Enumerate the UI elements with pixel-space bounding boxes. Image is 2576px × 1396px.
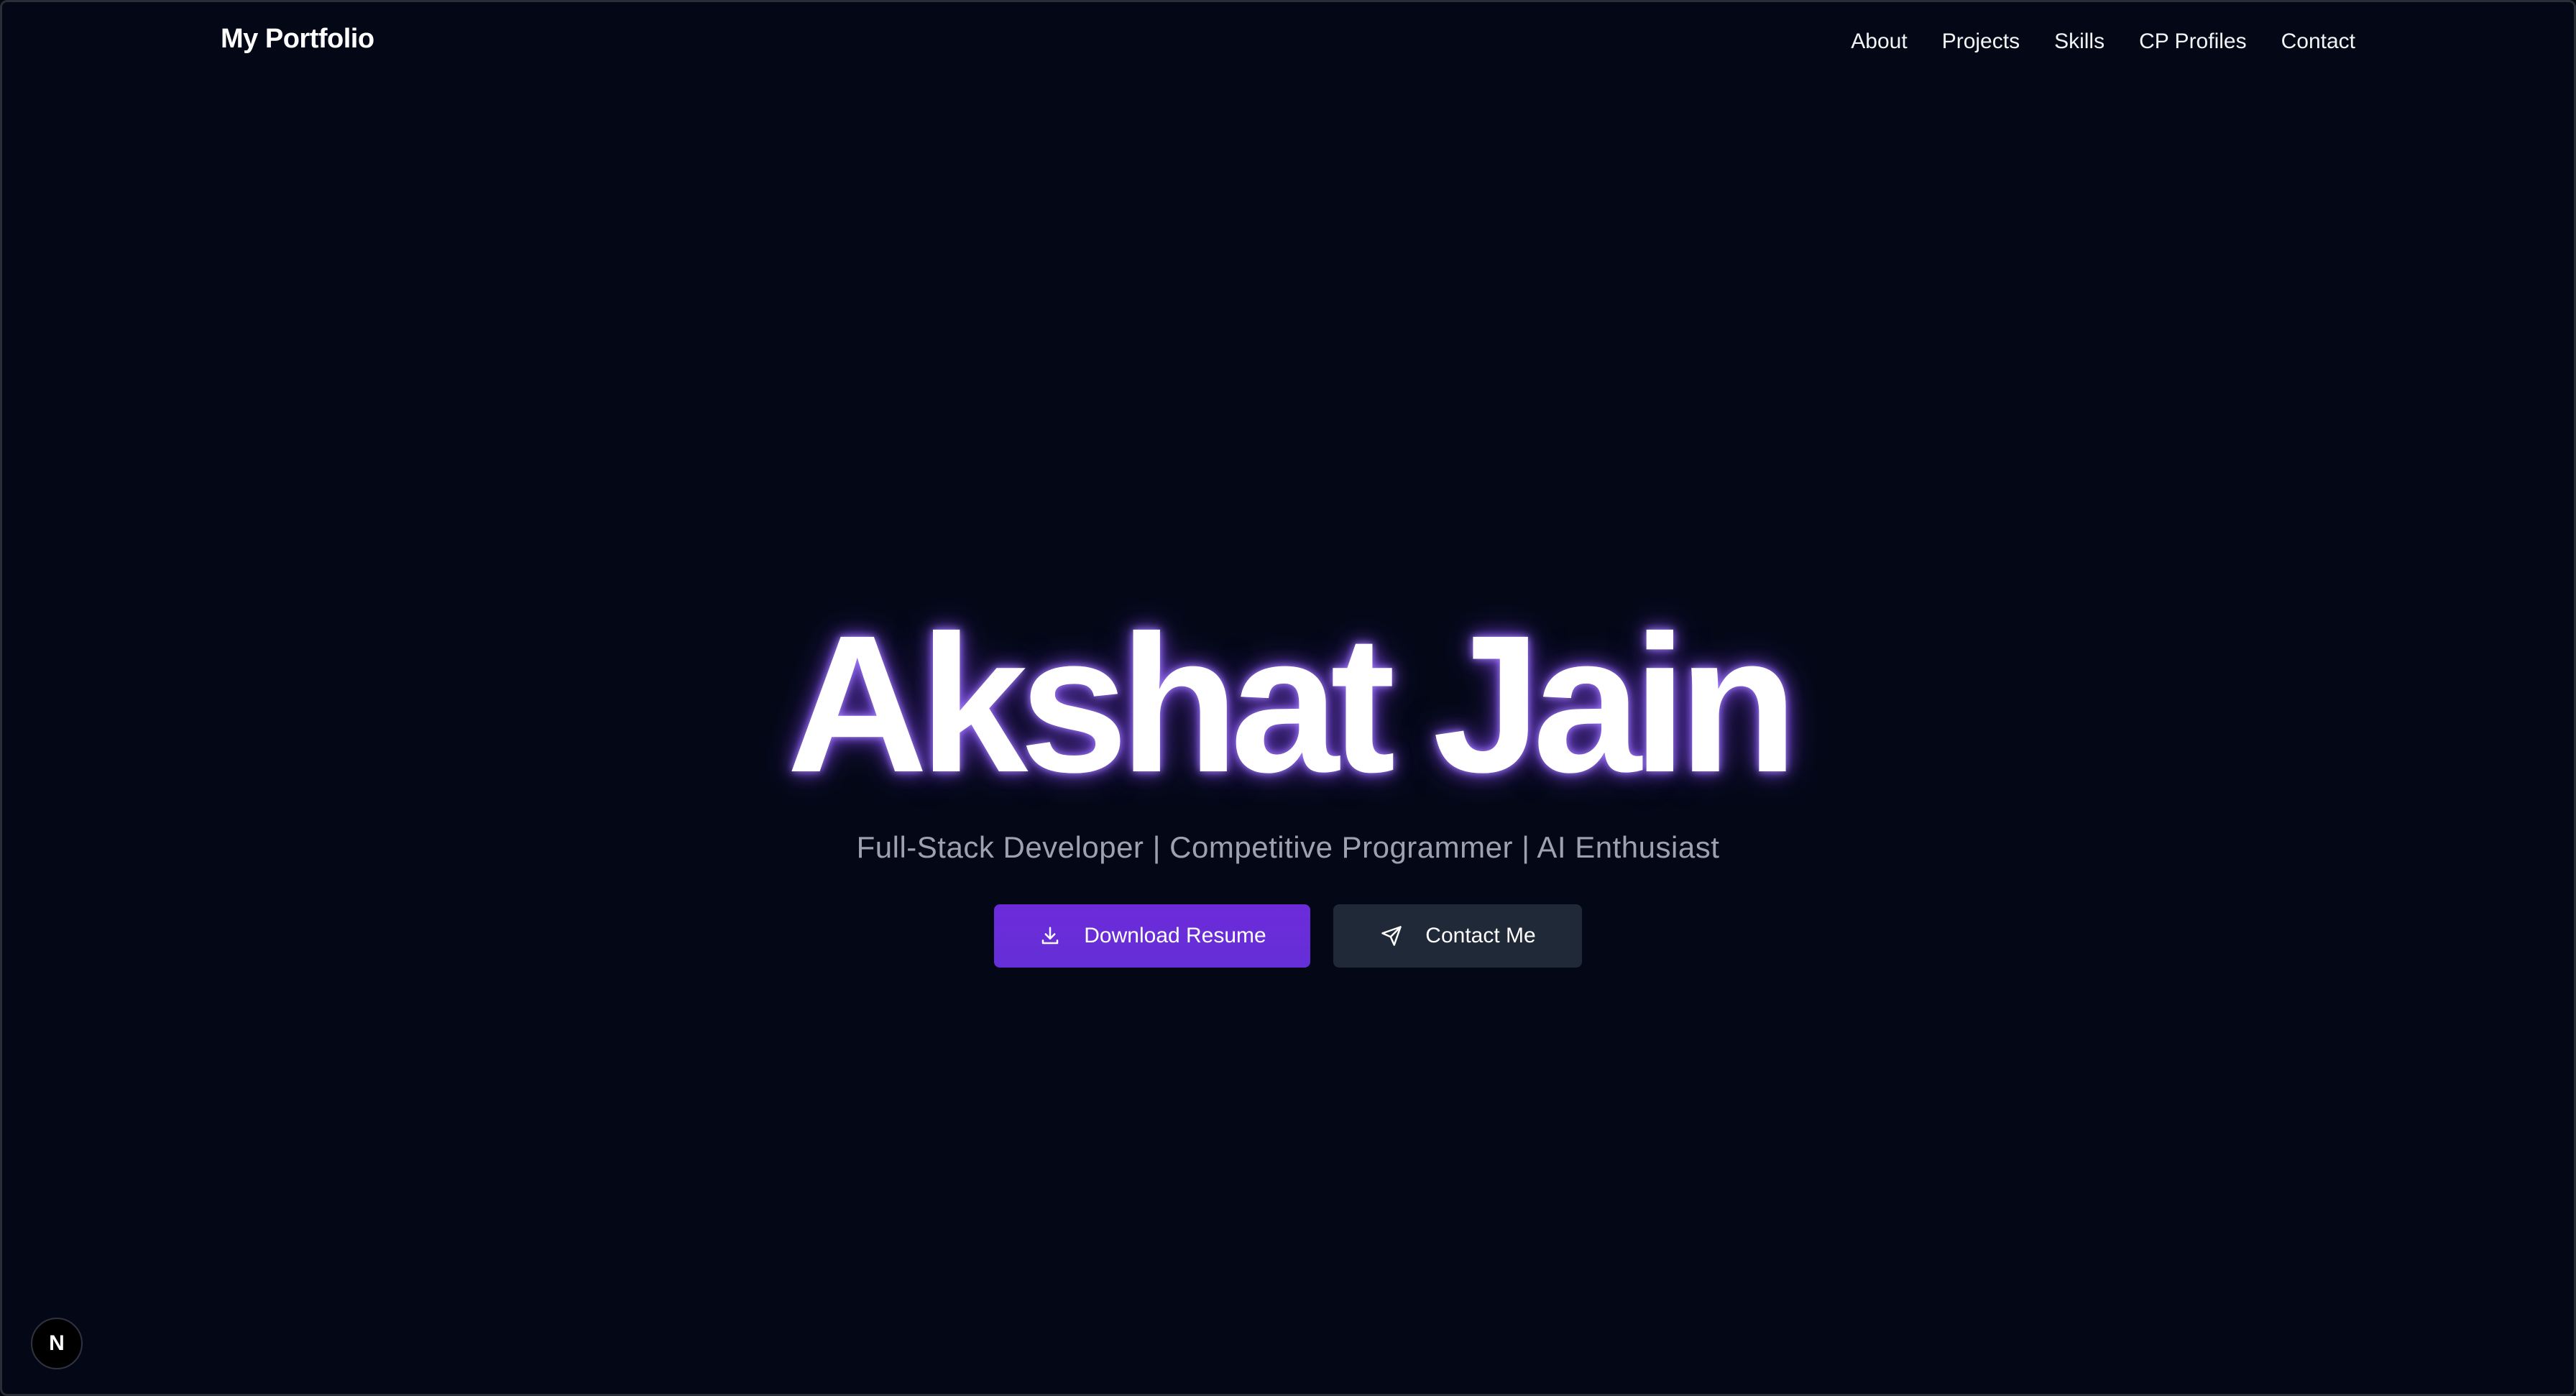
page-frame: My Portfolio About Projects Skills CP Pr… [0, 0, 2576, 1396]
hero-actions: Download Resume Contact Me [2, 904, 2574, 968]
contact-me-label: Contact Me [1425, 924, 1536, 947]
hero-name: Akshat Jain [786, 594, 1798, 813]
nextjs-icon[interactable]: N [31, 1318, 83, 1369]
contact-me-button[interactable]: Contact Me [1333, 904, 1582, 968]
hero-section: Akshat Jain Full-Stack Developer | Compe… [2, 2, 2574, 1394]
send-icon [1379, 924, 1404, 948]
download-icon [1038, 924, 1062, 948]
nextjs-badge-label: N [49, 1331, 65, 1355]
download-resume-label: Download Resume [1084, 924, 1266, 947]
download-resume-button[interactable]: Download Resume [994, 904, 1310, 968]
hero-subtitle: Full-Stack Developer | Competitive Progr… [856, 830, 1720, 864]
